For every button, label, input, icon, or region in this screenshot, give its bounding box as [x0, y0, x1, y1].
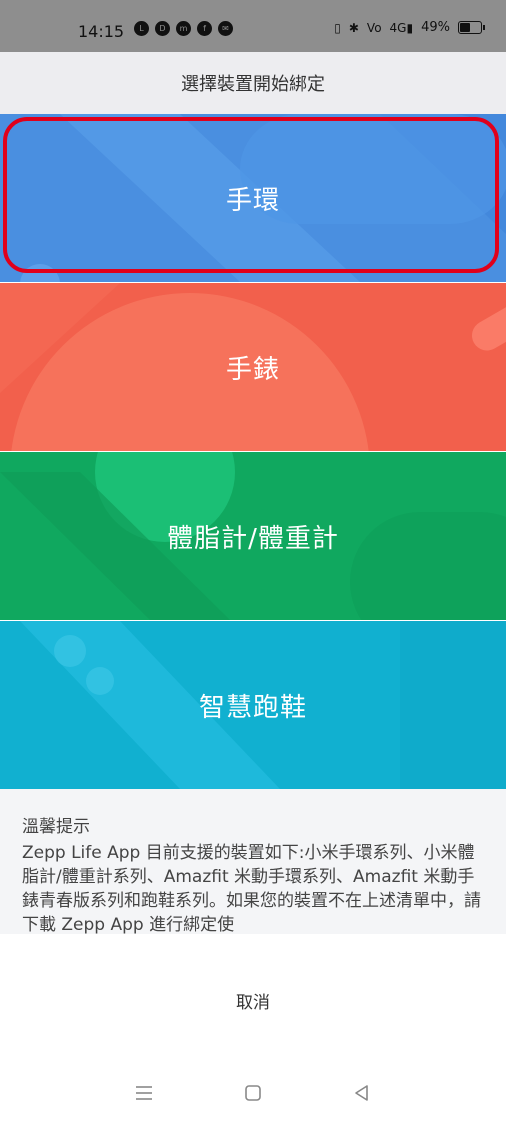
back-icon[interactable]	[350, 1081, 374, 1105]
battery-icon	[458, 21, 485, 34]
device-option-watch[interactable]: 手錶	[0, 283, 506, 451]
bluetooth-icon: ✱	[348, 20, 359, 35]
tips-panel: 溫馨提示 Zepp Life App 目前支援的裝置如下:小米手環系列、小米體脂…	[0, 789, 506, 934]
status-bar: 14:15 L D m f ✉ ▯ ✱ Vo 4G▮ 49%	[0, 0, 506, 52]
volte-icon: Vo	[366, 20, 382, 35]
line-icon: L	[134, 21, 149, 36]
system-icons: ▯ ✱ Vo 4G▮ 49%	[334, 20, 485, 35]
home-icon[interactable]	[241, 1081, 265, 1105]
menu-icon[interactable]	[132, 1081, 156, 1105]
system-nav-bar	[0, 1060, 506, 1125]
tips-title: 溫馨提示	[22, 817, 90, 837]
page-title: 選擇裝置開始綁定	[0, 52, 506, 114]
selection-highlight	[3, 117, 499, 273]
status-time: 14:15	[78, 22, 125, 41]
device-label-watch: 手錶	[225, 354, 280, 385]
device-label-scale: 體脂計/體重計	[167, 523, 339, 554]
notification-icons: L D m f ✉	[134, 21, 233, 36]
mail-icon: ✉	[218, 21, 233, 36]
cancel-button[interactable]: 取消	[0, 960, 506, 1040]
messenger-icon: m	[176, 21, 191, 36]
vibrate-icon: ▯	[334, 20, 341, 35]
tips-body: Zepp Life App 目前支援的裝置如下:小米手環系列、小米體脂計/體重計…	[22, 843, 481, 934]
device-label-shoe: 智慧跑鞋	[198, 692, 307, 723]
battery-percent: 49%	[421, 20, 450, 35]
facebook-icon: f	[197, 21, 212, 36]
device-option-scale[interactable]: 體脂計/體重計	[0, 452, 506, 620]
device-option-shoe[interactable]: 智慧跑鞋	[0, 621, 506, 789]
discord-icon: D	[155, 21, 170, 36]
4g-signal-icon: 4G▮	[389, 20, 414, 35]
